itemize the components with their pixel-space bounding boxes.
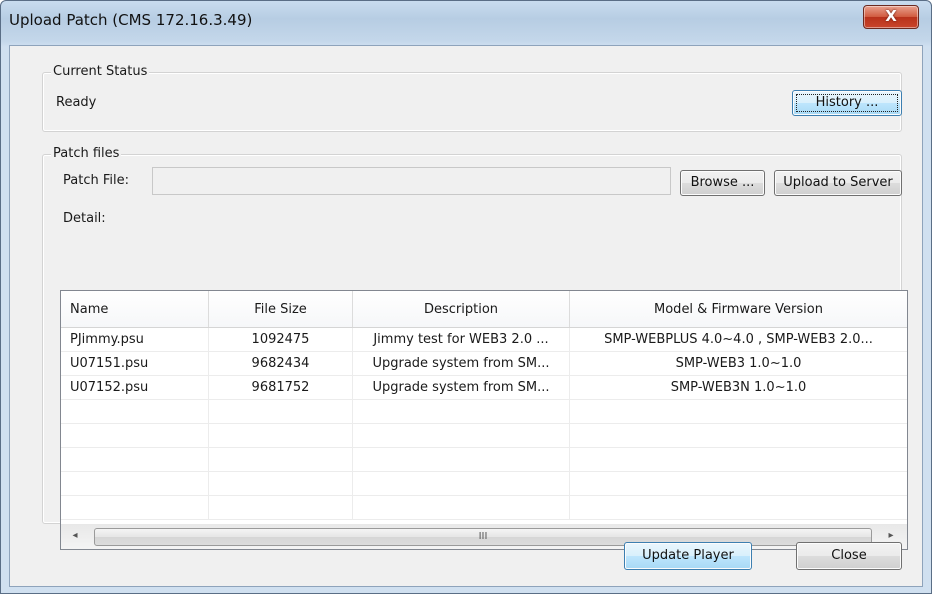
- cell-description: [353, 448, 570, 471]
- cell-description: [353, 424, 570, 447]
- cell-file-size: [209, 400, 353, 423]
- cell-file-size: 9682434: [209, 352, 353, 375]
- history-button[interactable]: History ...: [792, 90, 902, 116]
- cell-name: U07151.psu: [61, 352, 209, 375]
- column-header-file-size[interactable]: File Size: [209, 291, 353, 327]
- update-player-label: Update Player: [642, 548, 734, 563]
- patch-files-table[interactable]: Name File Size Description Model & Firmw…: [60, 290, 908, 550]
- scroll-left-arrow-icon[interactable]: ◂: [67, 527, 83, 545]
- cell-name: [61, 424, 209, 447]
- current-status-title: Current Status: [51, 64, 150, 79]
- cell-description: Upgrade system from SM...: [353, 352, 570, 375]
- cell-model-firmware: [570, 448, 907, 471]
- cell-description: [353, 400, 570, 423]
- cell-file-size: 1092475: [209, 328, 353, 351]
- cell-file-size: [209, 496, 353, 519]
- scrollbar-thumb[interactable]: III: [94, 528, 872, 546]
- table-row[interactable]: U07151.psu 9682434 Upgrade system from S…: [61, 352, 907, 376]
- close-icon: X: [885, 7, 897, 25]
- close-button-label: Close: [831, 548, 867, 563]
- focus-ring: [796, 94, 898, 112]
- table-row-empty: [61, 472, 907, 496]
- cell-model-firmware: [570, 496, 907, 519]
- cell-model-firmware: [570, 400, 907, 423]
- upload-patch-dialog: Upload Patch (CMS 172.16.3.49) X Current…: [0, 0, 932, 594]
- table-row-empty: [61, 448, 907, 472]
- column-header-name[interactable]: Name: [61, 291, 209, 327]
- table-row[interactable]: PJimmy.psu 1092475 Jimmy test for WEB3 2…: [61, 328, 907, 352]
- cell-file-size: [209, 424, 353, 447]
- cell-name: [61, 472, 209, 495]
- window-close-button[interactable]: X: [863, 5, 919, 29]
- scrollbar-grip: III: [478, 531, 488, 542]
- dialog-client-area: Current Status Ready History ... Patch f…: [9, 45, 923, 587]
- cell-description: [353, 472, 570, 495]
- upload-button-label: Upload to Server: [783, 175, 893, 190]
- detail-label: Detail:: [63, 211, 106, 226]
- table-row-empty: [61, 424, 907, 448]
- cell-model-firmware: [570, 424, 907, 447]
- cell-file-size: [209, 448, 353, 471]
- cell-model-firmware: SMP-WEBPLUS 4.0~4.0 , SMP-WEB3 2.0...: [604, 332, 873, 347]
- current-status-group: Current Status Ready History ...: [42, 64, 902, 132]
- table-row-empty: [61, 496, 907, 520]
- cell-name: [61, 496, 209, 519]
- cell-model-firmware: SMP-WEB3N 1.0~1.0: [670, 380, 807, 395]
- cell-name: PJimmy.psu: [61, 328, 209, 351]
- cell-file-size: 9681752: [209, 376, 353, 399]
- column-header-description[interactable]: Description: [353, 291, 570, 327]
- title-bar[interactable]: Upload Patch (CMS 172.16.3.49) X: [1, 1, 931, 45]
- cell-name: U07152.psu: [61, 376, 209, 399]
- status-text: Ready: [56, 95, 97, 110]
- cell-name: [61, 400, 209, 423]
- cell-description: Upgrade system from SM...: [353, 376, 570, 399]
- browse-button[interactable]: Browse ...: [680, 170, 765, 196]
- cell-description: Jimmy test for WEB3 2.0 ...: [353, 328, 570, 351]
- close-button[interactable]: Close: [796, 542, 902, 570]
- table-row[interactable]: U07152.psu 9681752 Upgrade system from S…: [61, 376, 907, 400]
- table-header: Name File Size Description Model & Firmw…: [61, 291, 907, 328]
- column-header-model-firmware[interactable]: Model & Firmware Version: [570, 291, 907, 327]
- patch-file-field[interactable]: [152, 167, 671, 195]
- cell-name: [61, 448, 209, 471]
- cell-model-firmware: [570, 472, 907, 495]
- patch-files-title: Patch files: [51, 146, 122, 161]
- upload-to-server-button[interactable]: Upload to Server: [774, 170, 902, 196]
- table-row-empty: [61, 400, 907, 424]
- cell-file-size: [209, 472, 353, 495]
- table-body: PJimmy.psu 1092475 Jimmy test for WEB3 2…: [61, 328, 907, 524]
- window-title: Upload Patch (CMS 172.16.3.49): [9, 11, 253, 29]
- patch-file-label: Patch File:: [63, 173, 129, 188]
- cell-model-firmware: SMP-WEB3 1.0~1.0: [675, 356, 802, 371]
- browse-button-label: Browse ...: [690, 175, 755, 190]
- cell-description: [353, 496, 570, 519]
- update-player-button[interactable]: Update Player: [624, 542, 752, 570]
- horizontal-scrollbar[interactable]: ◂ III ▸: [61, 524, 907, 549]
